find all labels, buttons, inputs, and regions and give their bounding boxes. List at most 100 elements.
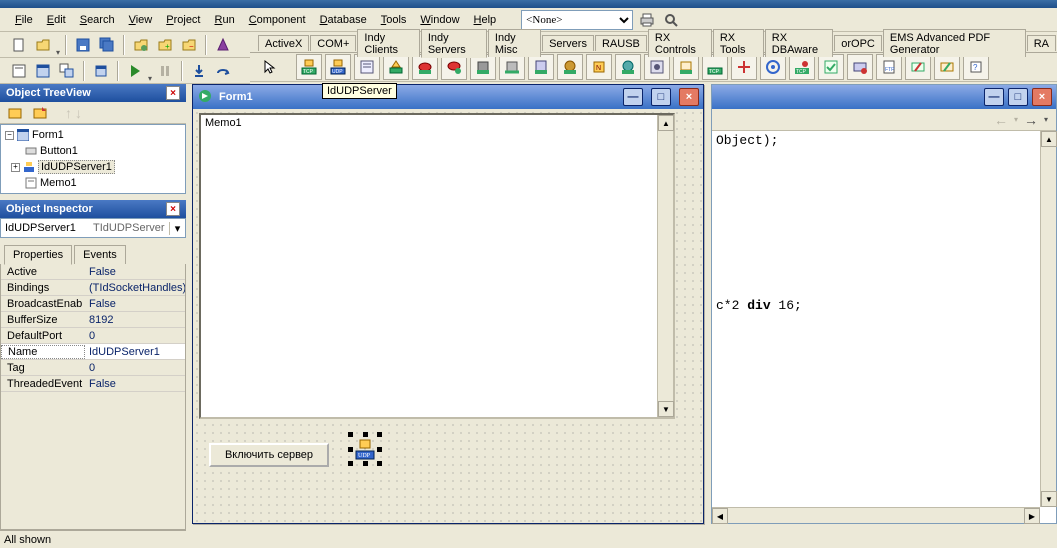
trace-into-icon[interactable] <box>188 60 210 82</box>
comp-22-icon[interactable] <box>905 54 931 80</box>
form-titlebar[interactable]: Form1 — □ × <box>193 85 703 109</box>
code-titlebar[interactable]: — □ × <box>712 85 1056 109</box>
save-all-icon[interactable] <box>96 34 118 56</box>
code-hscrollbar[interactable]: ◀ ▶ <box>712 507 1040 523</box>
comp-12-icon[interactable] <box>615 54 641 80</box>
inspector-grid[interactable]: ActiveFalse Bindings(TIdSocketHandles) B… <box>0 264 186 530</box>
close-button[interactable]: × <box>679 88 699 106</box>
nav-fwd-dropdown[interactable]: ▾ <box>1044 115 1048 124</box>
add-to-project-icon[interactable]: + <box>154 34 176 56</box>
remove-from-project-icon[interactable]: − <box>178 34 200 56</box>
comp-21-icon[interactable]: FTP <box>876 54 902 80</box>
minimize-button[interactable]: — <box>623 88 643 106</box>
comp-17-icon[interactable] <box>760 54 786 80</box>
ptab-complus[interactable]: COM+ <box>310 35 356 51</box>
menu-edit[interactable]: Edit <box>40 12 73 28</box>
tab-events[interactable]: Events <box>74 245 126 264</box>
pause-icon[interactable] <box>154 60 176 82</box>
save-icon[interactable] <box>72 34 94 56</box>
menu-database[interactable]: Database <box>313 12 374 28</box>
comp-13-icon[interactable] <box>644 54 670 80</box>
help-icon[interactable] <box>212 34 234 56</box>
code-vscrollbar[interactable]: ▲ ▼ <box>1040 131 1056 507</box>
button1[interactable]: Включить сервер <box>209 443 329 467</box>
comp-7-icon[interactable] <box>470 54 496 80</box>
code-editor-window[interactable]: — □ × ← ▾ → ▾ Object); c*2 div 16; ▲ ▼ ◀… <box>711 84 1057 524</box>
open-project-icon[interactable] <box>130 34 152 56</box>
tree-tool-1-icon[interactable] <box>4 102 26 124</box>
tree-node-memo1[interactable]: Memo1 <box>3 175 183 191</box>
ptab-activex[interactable]: ActiveX <box>258 35 309 51</box>
nav-back-dropdown[interactable]: ▾ <box>1014 115 1018 124</box>
tab-properties[interactable]: Properties <box>4 245 72 265</box>
comp-tcp-icon[interactable]: TCP <box>296 54 322 80</box>
scroll-down-icon[interactable]: ▼ <box>1041 491 1057 507</box>
ptab-rx-controls[interactable]: RX Controls <box>648 29 712 57</box>
object-tree[interactable]: − Form1 Button1 + IdUDPServer1 Memo1 <box>0 124 186 194</box>
run-icon[interactable] <box>124 60 146 82</box>
comp-20-icon[interactable] <box>847 54 873 80</box>
tree-tool-2-icon[interactable] <box>29 102 51 124</box>
maximize-button[interactable]: □ <box>651 88 671 106</box>
open-dropdown[interactable]: ▾ <box>56 48 60 57</box>
help-search-icon[interactable] <box>661 10 681 30</box>
tree-node-idudpserver1[interactable]: + IdUDPServer1 <box>3 159 183 175</box>
scroll-down-icon[interactable]: ▼ <box>658 401 674 417</box>
idudpserver1-component[interactable]: UDP <box>351 435 379 463</box>
toggle-form-unit-icon[interactable] <box>56 60 78 82</box>
inspector-object-combo[interactable]: IdUDPServer1 TIdUDPServer ▾ <box>0 218 186 238</box>
comp-5-icon[interactable] <box>412 54 438 80</box>
comp-8-icon[interactable] <box>499 54 525 80</box>
menu-tools[interactable]: Tools <box>374 12 414 28</box>
nav-forward-icon[interactable]: → <box>1024 112 1038 128</box>
menu-component[interactable]: Component <box>242 12 313 28</box>
new-form-icon[interactable] <box>90 60 112 82</box>
ptab-oropc[interactable]: orOPC <box>834 35 882 51</box>
ptab-rx-dbaware[interactable]: RX DBAware <box>765 29 833 57</box>
expander-plus-icon[interactable]: + <box>11 163 20 172</box>
comp-4-icon[interactable] <box>383 54 409 80</box>
comp-3-icon[interactable] <box>354 54 380 80</box>
scroll-up-icon[interactable]: ▲ <box>658 115 674 131</box>
pointer-icon[interactable] <box>258 56 280 78</box>
menu-search[interactable]: Search <box>73 12 122 28</box>
project-combo[interactable]: <None> <box>521 10 633 30</box>
scroll-left-icon[interactable]: ◀ <box>712 508 728 524</box>
comp-23-icon[interactable] <box>934 54 960 80</box>
printer-icon[interactable] <box>637 10 657 30</box>
tree-root-form1[interactable]: − Form1 <box>3 127 183 143</box>
code-editor[interactable]: Object); c*2 div 16; <box>712 131 1056 523</box>
comp-19-icon[interactable] <box>818 54 844 80</box>
ptab-rausb[interactable]: RAUSB <box>595 35 647 51</box>
comp-15-icon[interactable]: TCP <box>702 54 728 80</box>
view-form-icon[interactable] <box>32 60 54 82</box>
ptab-indy-misc[interactable]: Indy Misc <box>488 29 541 57</box>
ptab-servers[interactable]: Servers <box>542 35 594 51</box>
menu-help[interactable]: Help <box>467 12 504 28</box>
scroll-up-icon[interactable]: ▲ <box>1041 131 1057 147</box>
expander-icon[interactable]: − <box>5 131 14 140</box>
menu-view[interactable]: View <box>122 12 160 28</box>
step-over-icon[interactable] <box>212 60 234 82</box>
memo1[interactable]: Memo1 ▲ ▼ <box>199 113 675 419</box>
memo-scrollbar[interactable]: ▲ ▼ <box>657 115 673 417</box>
inspector-close-icon[interactable]: × <box>166 202 180 216</box>
menu-window[interactable]: Window <box>413 12 466 28</box>
comp-18-icon[interactable]: TCP <box>789 54 815 80</box>
nav-back-icon[interactable]: ← <box>994 112 1008 128</box>
comp-9-icon[interactable] <box>528 54 554 80</box>
comp-10-icon[interactable] <box>557 54 583 80</box>
comp-24-icon[interactable]: ? <box>963 54 989 80</box>
code-minimize-button[interactable]: — <box>984 88 1004 106</box>
comp-6-icon[interactable] <box>441 54 467 80</box>
comp-14-icon[interactable] <box>673 54 699 80</box>
comp-udp-icon[interactable]: UDP <box>325 54 351 80</box>
comp-16-icon[interactable] <box>731 54 757 80</box>
open-icon[interactable] <box>32 34 54 56</box>
code-close-button[interactable]: × <box>1032 88 1052 106</box>
view-unit-icon[interactable] <box>8 60 30 82</box>
ptab-indy-servers[interactable]: Indy Servers <box>421 29 487 58</box>
ptab-ems-pdf[interactable]: EMS Advanced PDF Generator <box>883 29 1026 57</box>
menu-project[interactable]: Project <box>159 12 207 28</box>
ptab-indy-clients[interactable]: Indy Clients <box>357 29 419 57</box>
